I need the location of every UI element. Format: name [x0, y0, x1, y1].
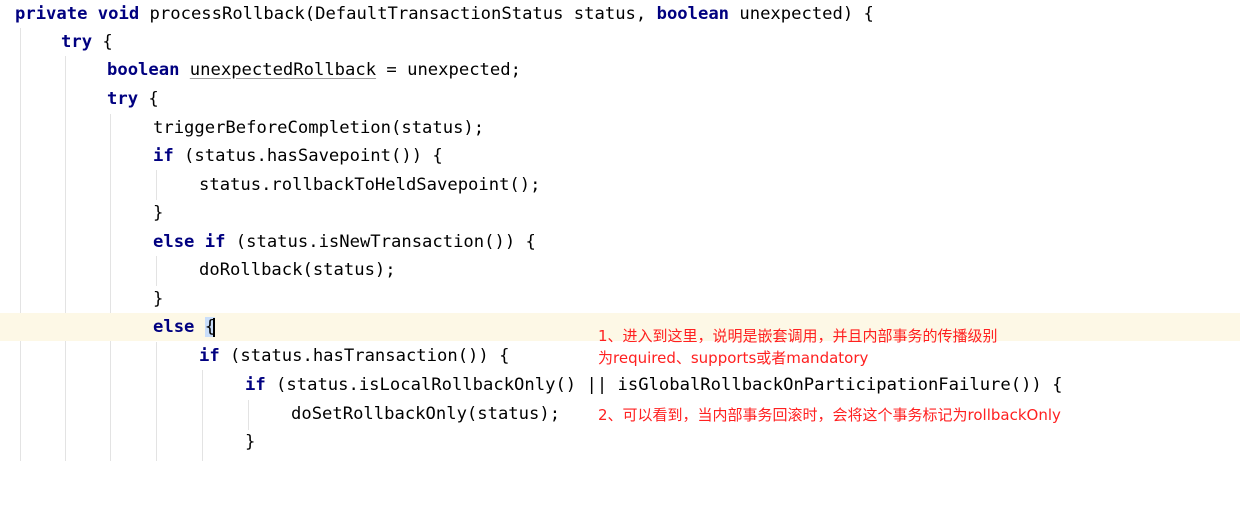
keyword: void: [97, 4, 140, 24]
code-text: {: [92, 32, 113, 52]
code-text: }: [245, 432, 256, 452]
code-text: triggerBeforeCompletion(status);: [153, 118, 485, 138]
code-line-16[interactable]: }: [0, 428, 1240, 456]
keyword: try: [61, 32, 93, 52]
code-editor[interactable]: private void processRollback(DefaultTran…: [0, 0, 1240, 461]
annotation-2-text: 2、可以看到，当内部事务回滚时，会将这个事务标记为rollbackOnly: [598, 406, 1061, 424]
keyword: boolean: [656, 4, 730, 24]
code-line-14[interactable]: if (status.isLocalRollbackOnly() || isGl…: [0, 371, 1240, 399]
code-text: }: [153, 289, 164, 309]
code-text: unexpected) {: [729, 4, 874, 24]
variable-name: unexpectedRollback: [189, 60, 377, 80]
code-line-4[interactable]: try {: [0, 85, 1240, 113]
code-text: doSetRollbackOnly(status);: [291, 404, 561, 424]
code-line-7[interactable]: status.rollbackToHeldSavepoint();: [0, 171, 1240, 199]
code-text: (status.hasSavepoint()) {: [173, 146, 443, 166]
code-line-2[interactable]: try {: [0, 28, 1240, 56]
code-text: processRollback(DefaultTransactionStatus…: [139, 4, 657, 24]
code-line-3[interactable]: boolean unexpectedRollback = unexpected;: [0, 56, 1240, 84]
code-text: status.rollbackToHeldSavepoint();: [199, 175, 541, 195]
code-line-11[interactable]: }: [0, 285, 1240, 313]
annotation-1-line-1: 1、进入到这里，说明是嵌套调用，并且内部事务的传播级别: [598, 327, 998, 345]
keyword: else: [153, 317, 195, 337]
keyword: if: [199, 346, 220, 366]
text-caret: [213, 317, 216, 337]
keyword: try: [107, 89, 139, 109]
code-line-10[interactable]: doRollback(status);: [0, 256, 1240, 284]
keyword: if: [245, 375, 266, 395]
code-text: }: [153, 203, 164, 223]
code-text: {: [138, 89, 159, 109]
annotation-2: 2、可以看到，当内部事务回滚时，会将这个事务标记为rollbackOnly: [598, 404, 1061, 426]
annotation-1: 1、进入到这里，说明是嵌套调用，并且内部事务的传播级别 为required、su…: [598, 325, 998, 369]
keyword: if: [153, 146, 174, 166]
code-text: (status.isLocalRollbackOnly() || isGloba…: [265, 375, 1063, 395]
code-line-1[interactable]: private void processRollback(DefaultTran…: [0, 0, 1240, 28]
code-text: = unexpected;: [376, 60, 521, 80]
code-text: doRollback(status);: [199, 260, 396, 280]
keyword: boolean: [107, 60, 180, 80]
code-text: (status.isNewTransaction()) {: [225, 232, 536, 252]
code-line-5[interactable]: triggerBeforeCompletion(status);: [0, 114, 1240, 142]
code-line-9[interactable]: else if (status.isNewTransaction()) {: [0, 228, 1240, 256]
code-text: (status.hasTransaction()) {: [219, 346, 510, 366]
code-line-6[interactable]: if (status.hasSavepoint()) {: [0, 142, 1240, 170]
keyword: else if: [153, 232, 226, 252]
annotation-1-line-2: 为required、supports或者mandatory: [598, 349, 869, 367]
code-line-8[interactable]: }: [0, 199, 1240, 227]
keyword: private: [15, 4, 88, 24]
